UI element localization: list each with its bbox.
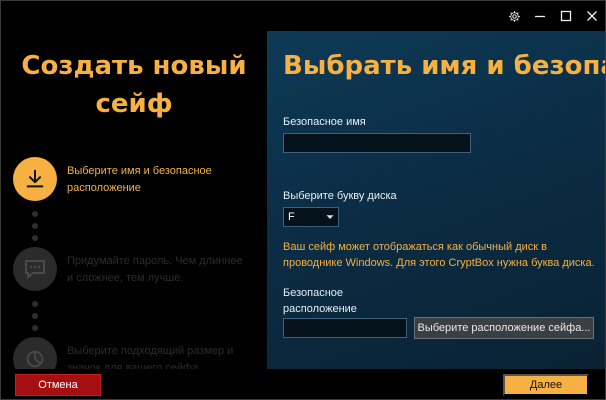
cryptbox-create-safe-window: Создать новый сейф Выберите имя и безопа… — [0, 0, 606, 400]
step-3-size-icon: Выберите подходящий размер и значок для … — [13, 337, 245, 369]
wizard-title: Создать новый сейф — [1, 47, 267, 123]
safe-location-label-line2: расположение — [283, 303, 357, 315]
download-icon — [26, 169, 44, 188]
gear-icon — [508, 10, 520, 22]
step-connector-2 — [32, 301, 38, 337]
drive-letter-note: Ваш сейф может отображаться как обычный … — [283, 241, 595, 269]
maximize-icon — [560, 10, 572, 22]
wizard-steps-panel: Создать новый сейф Выберите имя и безопа… — [1, 31, 267, 369]
password-dialog-icon — [25, 260, 45, 280]
step-3-circle — [13, 337, 57, 369]
cancel-button[interactable]: Отмена — [15, 374, 101, 396]
close-icon — [587, 11, 597, 21]
maximize-button[interactable] — [553, 1, 579, 31]
next-button[interactable]: Далее — [503, 374, 589, 396]
pie-chart-icon — [26, 350, 44, 368]
step-1-circle — [13, 157, 57, 201]
browse-location-button[interactable]: Выберите расположение сейфа... — [414, 317, 594, 339]
step-2-label: Придумайте пароль. Чем длиннее и сложнее… — [67, 255, 243, 284]
step-connector-1 — [32, 211, 38, 247]
safe-name-input[interactable] — [283, 133, 471, 153]
step-1-label: Выберите имя и безопасное расположение — [67, 165, 212, 194]
safe-location-input[interactable] — [283, 318, 407, 338]
wizard-title-line1: Создать новый — [21, 51, 247, 81]
title-bar-controls — [501, 1, 605, 31]
drive-letter-select[interactable]: F — [283, 207, 339, 227]
drive-letter-label: Выберите букву диска — [283, 190, 397, 202]
minimize-button[interactable] — [527, 1, 553, 31]
step-2-circle — [13, 247, 57, 291]
close-button[interactable] — [579, 1, 605, 31]
wizard-footer: Отмена Далее — [1, 369, 605, 399]
drive-letter-value: F — [288, 211, 295, 223]
step-3-label: Выберите подходящий размер и значок для … — [67, 345, 234, 369]
safe-location-label-line1: Безопасное — [283, 287, 344, 299]
step-2-password: Придумайте пароль. Чем длиннее и сложнее… — [13, 247, 245, 291]
wizard-title-line2: сейф — [95, 89, 173, 119]
name-location-form: Выбрать имя и безопасное расположение Бе… — [267, 31, 605, 369]
form-title: Выбрать имя и безопасное расположение — [283, 51, 605, 81]
safe-name-label: Безопасное имя — [283, 116, 366, 128]
safe-location-label: Безопасное расположение — [283, 285, 357, 317]
chevron-down-icon — [326, 215, 334, 219]
step-1-name-location: Выберите имя и безопасное расположение — [13, 157, 245, 201]
minimize-icon — [535, 15, 545, 18]
settings-button[interactable] — [501, 1, 527, 31]
